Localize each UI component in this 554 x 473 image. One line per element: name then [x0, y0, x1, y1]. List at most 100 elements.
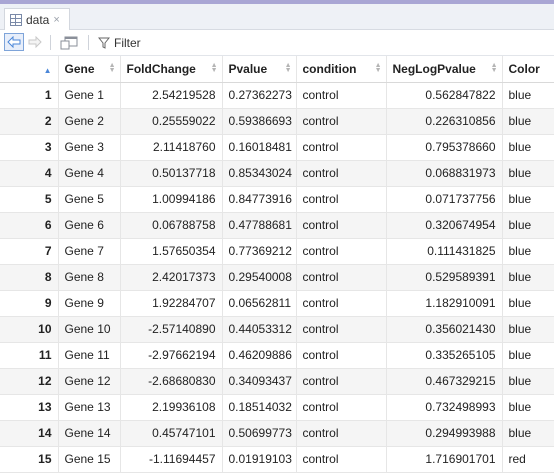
cell-color: blue: [502, 160, 554, 187]
cell-color: blue: [502, 212, 554, 239]
cell-neglogpvalue: 0.335265105: [386, 342, 503, 369]
cell-condition: control: [296, 160, 387, 187]
cell-gene: Gene 6: [58, 212, 121, 239]
cell-pvalue: 0.27362273: [222, 82, 297, 109]
column-header-index[interactable]: ▲: [0, 56, 59, 83]
table-row[interactable]: 7 Gene 7 1.57650354 0.77369212 control 0.1114…: [0, 238, 554, 265]
cell-condition: control: [296, 82, 387, 109]
cell-condition: control: [296, 212, 387, 239]
filter-button[interactable]: Filter: [98, 34, 141, 52]
cell-foldchange: 2.42017373: [120, 264, 223, 291]
close-icon[interactable]: ×: [53, 14, 59, 26]
sort-arrows-icon: ▲ ▼: [284, 62, 292, 74]
cell-color: blue: [502, 394, 554, 421]
cell-pvalue: 0.47788681: [222, 212, 297, 239]
cell-foldchange: 2.19936108: [120, 394, 223, 421]
cell-neglogpvalue: 0.320674954: [386, 212, 503, 239]
cell-foldchange: 0.25559022: [120, 108, 223, 135]
cell-pvalue: 0.44053312: [222, 316, 297, 343]
forward-button[interactable]: [25, 33, 45, 51]
cell-pvalue: 0.77369212: [222, 238, 297, 265]
cell-neglogpvalue: 0.562847822: [386, 82, 503, 109]
table-row[interactable]: 12 Gene 12 -2.68680830 0.34093437 control 0.4…: [0, 368, 554, 395]
cell-neglogpvalue: 0.795378660: [386, 134, 503, 161]
data-table: ▲ Gene ▲ ▼ FoldChange ▲ ▼ Pvalue ▲ ▼ condition…: [0, 56, 554, 473]
cell-condition: control: [296, 394, 387, 421]
table-row[interactable]: 13 Gene 13 2.19936108 0.18514032 control 0.73…: [0, 394, 554, 421]
table-row[interactable]: 2 Gene 2 0.25559022 0.59386693 control 0.2263…: [0, 108, 554, 135]
cell-condition: control: [296, 264, 387, 291]
cell-pvalue: 0.16018481: [222, 134, 297, 161]
cell-pvalue: 0.46209886: [222, 342, 297, 369]
row-index: 5: [0, 186, 59, 213]
table-row[interactable]: 3 Gene 3 2.11418760 0.16018481 control 0.7953…: [0, 134, 554, 161]
cell-color: blue: [502, 82, 554, 109]
cell-color: blue: [502, 238, 554, 265]
column-header-gene[interactable]: Gene ▲ ▼: [58, 56, 121, 83]
cell-color: blue: [502, 368, 554, 395]
column-header-neglogpvalue[interactable]: NegLogPvalue ▲ ▼: [386, 56, 503, 83]
table-row[interactable]: 1 Gene 1 2.54219528 0.27362273 control 0.5628…: [0, 82, 554, 109]
viewer-toolbar: Filter: [0, 30, 554, 56]
column-header-foldchange[interactable]: FoldChange ▲ ▼: [120, 56, 223, 83]
row-index: 6: [0, 212, 59, 239]
row-index: 4: [0, 160, 59, 187]
sort-arrows-icon: ▲ ▼: [210, 62, 218, 74]
table-row[interactable]: 6 Gene 6 0.06788758 0.47788681 control 0.3206…: [0, 212, 554, 239]
cell-gene: Gene 11: [58, 342, 121, 369]
row-index: 9: [0, 290, 59, 317]
column-header-pvalue[interactable]: Pvalue ▲ ▼: [222, 56, 297, 83]
cell-gene: Gene 8: [58, 264, 121, 291]
table-row[interactable]: 10 Gene 10 -2.57140890 0.44053312 control 0.3…: [0, 316, 554, 343]
column-header-condition[interactable]: condition ▲ ▼: [296, 56, 387, 83]
cell-pvalue: 0.01919103: [222, 446, 297, 473]
cell-pvalue: 0.34093437: [222, 368, 297, 395]
funnel-icon: [98, 37, 110, 49]
back-button[interactable]: [4, 33, 24, 51]
cell-gene: Gene 10: [58, 316, 121, 343]
table-row[interactable]: 15 Gene 15 -1.11694457 0.01919103 control 1.7…: [0, 446, 554, 473]
show-in-window-button[interactable]: [58, 34, 80, 51]
cell-neglogpvalue: 0.071737756: [386, 186, 503, 213]
cell-color: blue: [502, 134, 554, 161]
row-index: 8: [0, 264, 59, 291]
row-index: 15: [0, 446, 59, 473]
row-index: 13: [0, 394, 59, 421]
cell-color: blue: [502, 264, 554, 291]
cell-foldchange: 0.50137718: [120, 160, 223, 187]
arrow-left-icon: [7, 36, 21, 48]
cell-gene: Gene 4: [58, 160, 121, 187]
table-row[interactable]: 4 Gene 4 0.50137718 0.85343024 control 0.0688…: [0, 160, 554, 187]
cell-neglogpvalue: 0.356021430: [386, 316, 503, 343]
table-row[interactable]: 8 Gene 8 2.42017373 0.29540008 control 0.5295…: [0, 264, 554, 291]
table-row[interactable]: 14 Gene 14 0.45747101 0.50699773 control 0.29…: [0, 420, 554, 447]
cell-condition: control: [296, 446, 387, 473]
cell-color: blue: [502, 420, 554, 447]
cell-pvalue: 0.29540008: [222, 264, 297, 291]
cell-gene: Gene 7: [58, 238, 121, 265]
table-row[interactable]: 9 Gene 9 1.92284707 0.06562811 control 1.1829…: [0, 290, 554, 317]
cell-pvalue: 0.59386693: [222, 108, 297, 135]
cell-foldchange: -2.57140890: [120, 316, 223, 343]
cell-gene: Gene 1: [58, 82, 121, 109]
column-header-color[interactable]: Color: [502, 56, 554, 83]
row-index: 12: [0, 368, 59, 395]
cell-neglogpvalue: 1.182910091: [386, 290, 503, 317]
row-index: 3: [0, 134, 59, 161]
tab-data[interactable]: data ×: [4, 8, 70, 30]
cell-neglogpvalue: 0.294993988: [386, 420, 503, 447]
cell-color: blue: [502, 290, 554, 317]
cell-color: red: [502, 446, 554, 473]
table-row[interactable]: 5 Gene 5 1.00994186 0.84773916 control 0.0717…: [0, 186, 554, 213]
cell-foldchange: 1.57650354: [120, 238, 223, 265]
editor-tab-bar: data ×: [0, 4, 554, 30]
toolbar-separator: [50, 35, 51, 50]
cell-foldchange: 1.92284707: [120, 290, 223, 317]
cell-gene: Gene 13: [58, 394, 121, 421]
sort-ascending-icon: ▲: [43, 65, 52, 75]
sort-arrows-icon: ▲ ▼: [490, 62, 498, 74]
table-row[interactable]: 11 Gene 11 -2.97662194 0.46209886 control 0.3…: [0, 342, 554, 369]
cell-foldchange: -1.11694457: [120, 446, 223, 473]
popout-window-icon: [60, 36, 78, 49]
cell-pvalue: 0.50699773: [222, 420, 297, 447]
